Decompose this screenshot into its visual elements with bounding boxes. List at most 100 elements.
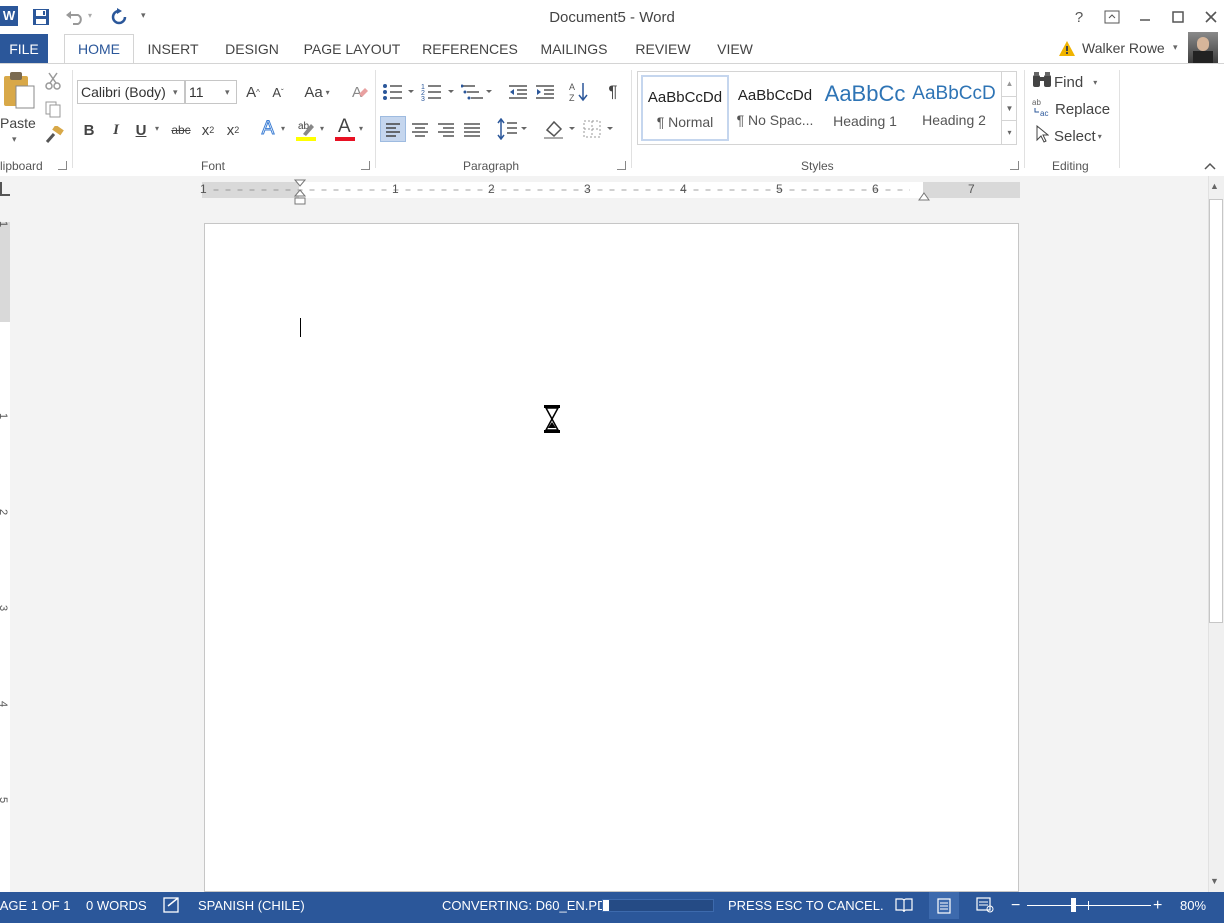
collapse-ribbon-icon[interactable] <box>1204 158 1216 176</box>
bullets-icon[interactable] <box>382 82 414 107</box>
vertical-ruler[interactable] <box>0 222 10 892</box>
conversion-progress-bar <box>602 899 714 912</box>
language[interactable]: SPANISH (CHILE) <box>198 892 305 919</box>
font-size-combo[interactable]: 11 ▾ <box>185 80 237 104</box>
user-dropdown-icon[interactable]: ▾ <box>1173 42 1178 53</box>
page-count[interactable]: PAGE 1 OF 1 <box>0 892 71 919</box>
find-label: Find <box>1054 73 1084 91</box>
strikethrough-button[interactable]: abc <box>168 119 194 141</box>
styles-scroll-down-icon[interactable]: ▼ <box>1001 96 1017 121</box>
close-button[interactable] <box>1196 5 1224 29</box>
style-heading-1[interactable]: AaBbCc Heading 1 <box>821 75 909 141</box>
shrink-font-button[interactable]: Aˇ <box>268 82 288 102</box>
tab-insert[interactable]: INSERT <box>140 34 206 64</box>
zoom-out-button[interactable]: − <box>1011 892 1020 919</box>
align-center-icon[interactable] <box>408 117 432 146</box>
tab-view[interactable]: VIEW <box>708 34 762 64</box>
select-button[interactable]: Select ▾ <box>1035 124 1102 147</box>
show-formatting-marks-button[interactable]: ¶ <box>603 81 623 103</box>
maximize-button[interactable] <box>1163 5 1193 29</box>
document-page[interactable] <box>204 223 1019 892</box>
chevron-down-icon[interactable]: ▾ <box>1098 132 1102 141</box>
font-launcher-icon[interactable] <box>361 161 370 170</box>
font-color-icon[interactable]: A <box>334 116 356 142</box>
change-case-button[interactable]: Aa ▾ <box>300 82 334 102</box>
highlight-dropdown-icon[interactable]: ▾ <box>320 124 324 133</box>
cut-icon[interactable] <box>44 72 62 95</box>
zoom-level[interactable]: 80% <box>1180 892 1206 919</box>
paste-button[interactable]: Paste <box>0 115 36 131</box>
clipboard-launcher-icon[interactable] <box>58 161 67 170</box>
paste-icon[interactable] <box>2 70 36 110</box>
first-line-indent-marker[interactable] <box>293 179 307 212</box>
tab-mailings[interactable]: MAILINGS <box>532 34 616 64</box>
zoom-slider-track[interactable] <box>1027 905 1151 906</box>
shading-icon[interactable] <box>543 118 577 145</box>
scroll-down-icon[interactable]: ▼ <box>1210 876 1219 886</box>
align-right-icon[interactable] <box>434 117 458 146</box>
tab-file[interactable]: FILE <box>0 34 48 64</box>
justify-icon[interactable] <box>460 117 484 146</box>
bold-button[interactable]: B <box>79 119 99 141</box>
text-effects-button[interactable]: A <box>258 118 278 140</box>
italic-button[interactable]: I <box>106 119 126 141</box>
ruler-toggle-tab-icon[interactable] <box>0 182 10 196</box>
scroll-up-icon[interactable]: ▲ <box>1210 181 1219 191</box>
zoom-slider-thumb[interactable] <box>1071 898 1076 912</box>
clear-formatting-icon[interactable]: A <box>350 82 370 107</box>
borders-icon[interactable] <box>582 118 616 145</box>
tab-design[interactable]: DESIGN <box>218 34 286 64</box>
ribbon-display-options-icon[interactable] <box>1097 5 1127 29</box>
zoom-in-button[interactable]: + <box>1153 892 1162 919</box>
svg-text:A: A <box>569 82 575 92</box>
print-layout-icon[interactable] <box>929 892 959 919</box>
right-indent-marker[interactable] <box>918 189 930 207</box>
binoculars-icon <box>1032 71 1052 94</box>
scrollbar-thumb[interactable] <box>1209 199 1223 623</box>
highlight-icon[interactable]: ab <box>295 118 317 142</box>
align-left-button[interactable] <box>380 116 406 142</box>
avatar[interactable] <box>1188 32 1218 64</box>
line-spacing-icon[interactable] <box>497 117 529 145</box>
numbering-icon[interactable]: 123 <box>421 82 455 107</box>
style-no-spacing[interactable]: AaBbCcDd ¶ No Spac... <box>731 75 819 141</box>
multilevel-list-icon[interactable] <box>460 82 493 107</box>
style-heading-2[interactable]: AaBbCcD Heading 2 <box>910 75 998 141</box>
subscript-button[interactable]: x2 <box>197 119 219 141</box>
proofing-icon[interactable] <box>162 896 182 919</box>
text-effects-dropdown-icon[interactable]: ▾ <box>281 124 285 133</box>
minimize-button[interactable] <box>1130 5 1160 29</box>
find-button[interactable]: Find ▾ <box>1032 71 1097 93</box>
web-layout-icon[interactable] <box>976 897 994 918</box>
format-painter-icon[interactable] <box>44 124 64 149</box>
chevron-down-icon[interactable]: ▾ <box>1093 78 1097 87</box>
help-button[interactable]: ? <box>1064 5 1094 29</box>
tab-review[interactable]: REVIEW <box>628 34 698 64</box>
paragraph-launcher-icon[interactable] <box>617 161 626 170</box>
replace-button[interactable]: ab ac Replace <box>1032 98 1110 120</box>
superscript-button[interactable]: x2 <box>222 119 244 141</box>
font-color-dropdown-icon[interactable]: ▾ <box>359 124 363 133</box>
increase-indent-icon[interactable] <box>535 84 555 105</box>
paste-dropdown-icon[interactable]: ▾ <box>12 134 17 145</box>
underline-button[interactable]: U <box>131 119 151 141</box>
word-count[interactable]: 0 WORDS <box>86 892 147 919</box>
style-normal[interactable]: AaBbCcDd ¶ Normal <box>641 75 729 141</box>
chevron-down-icon[interactable]: ▾ <box>173 87 178 98</box>
styles-scroll-up-icon[interactable]: ▲ <box>1001 72 1017 96</box>
copy-icon[interactable] <box>44 100 62 123</box>
superscript-label: x <box>226 121 235 139</box>
grow-font-button[interactable]: A ^ <box>243 82 263 102</box>
tab-page-layout[interactable]: PAGE LAYOUT <box>298 34 406 64</box>
read-mode-icon[interactable] <box>895 897 913 918</box>
chevron-down-icon[interactable]: ▾ <box>225 87 230 98</box>
sort-icon[interactable]: AZ <box>569 81 589 108</box>
underline-dropdown-icon[interactable]: ▾ <box>155 124 159 133</box>
styles-more-icon[interactable]: ▾ <box>1001 120 1017 145</box>
styles-launcher-icon[interactable] <box>1010 161 1019 170</box>
decrease-indent-icon[interactable] <box>508 84 528 105</box>
font-name-combo[interactable]: Calibri (Body) ▾ <box>77 80 185 104</box>
user-name[interactable]: Walker Rowe <box>1082 40 1165 56</box>
tab-home[interactable]: HOME <box>64 34 134 64</box>
tab-references[interactable]: REFERENCES <box>418 34 522 64</box>
